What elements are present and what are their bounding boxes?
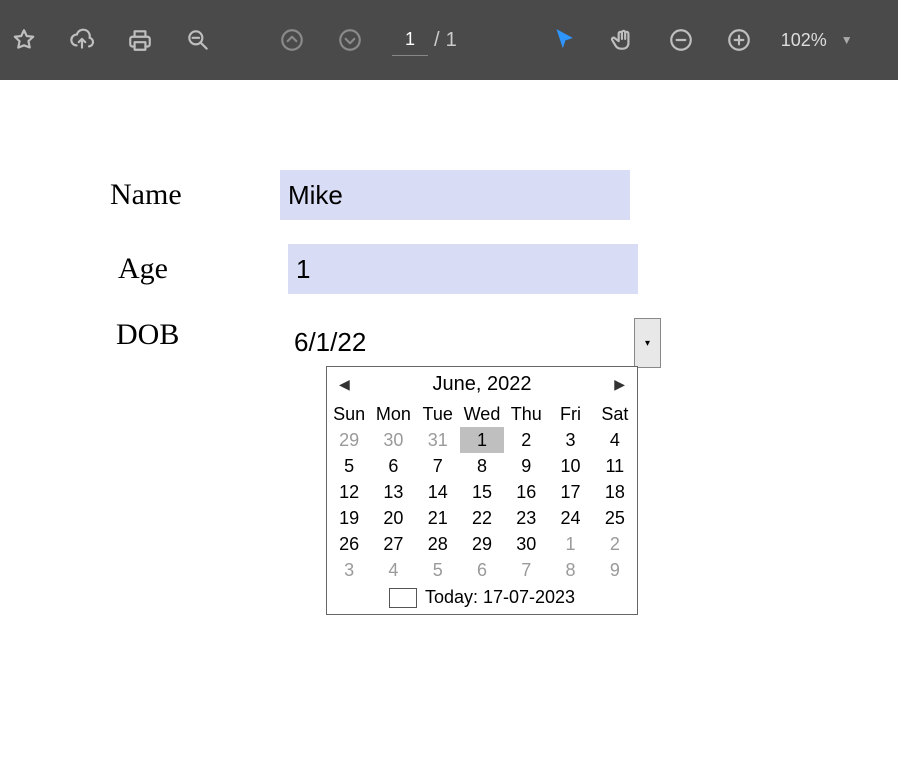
cal-day[interactable]: 10 [548, 453, 592, 479]
star-icon[interactable] [8, 24, 40, 56]
cal-day[interactable]: 11 [593, 453, 637, 479]
cal-day[interactable]: 15 [460, 479, 504, 505]
cal-day[interactable]: 7 [416, 453, 460, 479]
cal-day[interactable]: 1 [460, 427, 504, 453]
page-number-input[interactable] [392, 25, 428, 56]
cal-dow: Tue [416, 402, 460, 427]
cal-dow: Thu [504, 402, 548, 427]
cal-dow: Sun [327, 402, 371, 427]
cal-day[interactable]: 3 [548, 427, 592, 453]
cal-day[interactable]: 25 [593, 505, 637, 531]
cal-day[interactable]: 8 [460, 453, 504, 479]
cal-day[interactable]: 24 [548, 505, 592, 531]
calendar-grid: SunMonTueWedThuFriSat 293031123456789101… [327, 402, 637, 583]
cal-dow: Fri [548, 402, 592, 427]
cal-day[interactable]: 23 [504, 505, 548, 531]
cal-day[interactable]: 29 [460, 531, 504, 557]
cal-day[interactable]: 22 [460, 505, 504, 531]
cal-day[interactable]: 9 [593, 557, 637, 583]
page-indicator: / 1 [392, 25, 457, 56]
cursor-select-icon[interactable] [549, 24, 581, 56]
cal-day[interactable]: 4 [371, 557, 415, 583]
cal-day[interactable]: 18 [593, 479, 637, 505]
cal-day[interactable]: 5 [327, 453, 371, 479]
cal-day[interactable]: 14 [416, 479, 460, 505]
cal-day[interactable]: 27 [371, 531, 415, 557]
cal-day[interactable]: 28 [416, 531, 460, 557]
form-page: Name Age DOB ▾ ◀ June, 2022 ▶ SunMonTueW… [0, 80, 898, 366]
cal-day[interactable]: 30 [371, 427, 415, 453]
cal-day[interactable]: 9 [504, 453, 548, 479]
cal-day[interactable]: 6 [460, 557, 504, 583]
cal-day[interactable]: 1 [548, 531, 592, 557]
cal-day[interactable]: 31 [416, 427, 460, 453]
cal-day[interactable]: 4 [593, 427, 637, 453]
cal-day[interactable]: 29 [327, 427, 371, 453]
page-down-icon[interactable] [334, 24, 366, 56]
cal-day[interactable]: 2 [593, 531, 637, 557]
cal-day[interactable]: 6 [371, 453, 415, 479]
age-label: Age [110, 252, 288, 286]
cal-day[interactable]: 16 [504, 479, 548, 505]
top-toolbar: / 1 102% ▼ [0, 0, 898, 80]
cal-day[interactable]: 26 [327, 531, 371, 557]
cal-title[interactable]: June, 2022 [433, 373, 532, 396]
cal-day[interactable]: 8 [548, 557, 592, 583]
cal-day[interactable]: 2 [504, 427, 548, 453]
print-icon[interactable] [124, 24, 156, 56]
page-separator: / [434, 29, 440, 52]
name-field[interactable] [280, 170, 630, 220]
cal-day[interactable]: 19 [327, 505, 371, 531]
cloud-upload-icon[interactable] [66, 24, 98, 56]
age-field[interactable] [288, 244, 638, 294]
dob-dropdown-button[interactable]: ▾ [634, 318, 661, 368]
cal-next-month[interactable]: ▶ [610, 376, 629, 393]
cal-day[interactable]: 12 [327, 479, 371, 505]
cal-day[interactable]: 30 [504, 531, 548, 557]
today-marker [389, 588, 417, 608]
cal-day[interactable]: 3 [327, 557, 371, 583]
cal-day[interactable]: 21 [416, 505, 460, 531]
cal-dow: Wed [460, 402, 504, 427]
cal-day[interactable]: 17 [548, 479, 592, 505]
cal-day[interactable]: 13 [371, 479, 415, 505]
cal-dow: Mon [371, 402, 415, 427]
cal-prev-month[interactable]: ◀ [335, 376, 354, 393]
cal-day[interactable]: 5 [416, 557, 460, 583]
name-label: Name [110, 178, 280, 212]
dob-field[interactable] [286, 318, 636, 366]
page-total: 1 [446, 29, 457, 52]
dob-label: DOB [110, 318, 286, 352]
zoom-out-icon[interactable] [665, 24, 697, 56]
today-link[interactable]: Today: 17-07-2023 [425, 587, 575, 608]
cal-day[interactable]: 7 [504, 557, 548, 583]
page-up-icon[interactable] [276, 24, 308, 56]
search-icon[interactable] [182, 24, 214, 56]
cal-day[interactable]: 20 [371, 505, 415, 531]
chevron-down-icon: ▼ [841, 33, 853, 47]
date-picker: ◀ June, 2022 ▶ SunMonTueWedThuFriSat 293… [326, 366, 638, 615]
cal-dow: Sat [593, 402, 637, 427]
zoom-in-icon[interactable] [723, 24, 755, 56]
hand-pan-icon[interactable] [607, 24, 639, 56]
zoom-dropdown[interactable]: 102% ▼ [781, 30, 853, 51]
zoom-value: 102% [781, 30, 827, 51]
